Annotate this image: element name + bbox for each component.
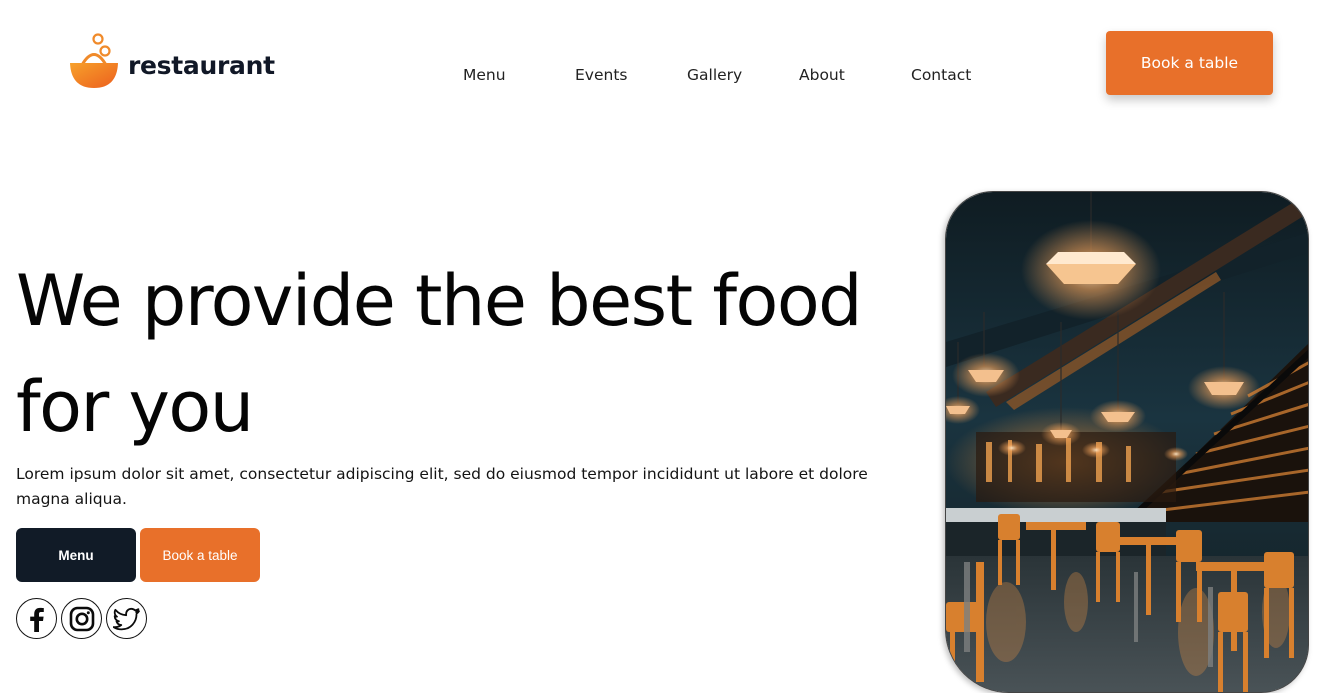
book-table-button[interactable]: Book a table xyxy=(140,528,260,582)
social-links xyxy=(16,598,147,639)
menu-button[interactable]: Menu xyxy=(16,528,136,582)
nav-item-menu[interactable]: Menu xyxy=(463,66,506,84)
hero-title-line-1: We provide the best food xyxy=(16,260,863,342)
restaurant-interior-image xyxy=(945,191,1309,693)
hero-title-line-2: for you xyxy=(16,366,254,448)
header-book-table-button[interactable]: Book a table xyxy=(1106,31,1273,95)
twitter-icon[interactable] xyxy=(106,598,147,639)
facebook-icon[interactable] xyxy=(16,598,57,639)
nav-item-events[interactable]: Events xyxy=(575,66,627,84)
nav-item-gallery[interactable]: Gallery xyxy=(687,66,742,84)
hero-description: Lorem ipsum dolor sit amet, consectetur … xyxy=(16,465,868,508)
nav-item-about[interactable]: About xyxy=(799,66,845,84)
hero-title: We provide the best food for you xyxy=(16,248,936,460)
instagram-icon[interactable] xyxy=(61,598,102,639)
nav-item-contact[interactable]: Contact xyxy=(911,66,971,84)
